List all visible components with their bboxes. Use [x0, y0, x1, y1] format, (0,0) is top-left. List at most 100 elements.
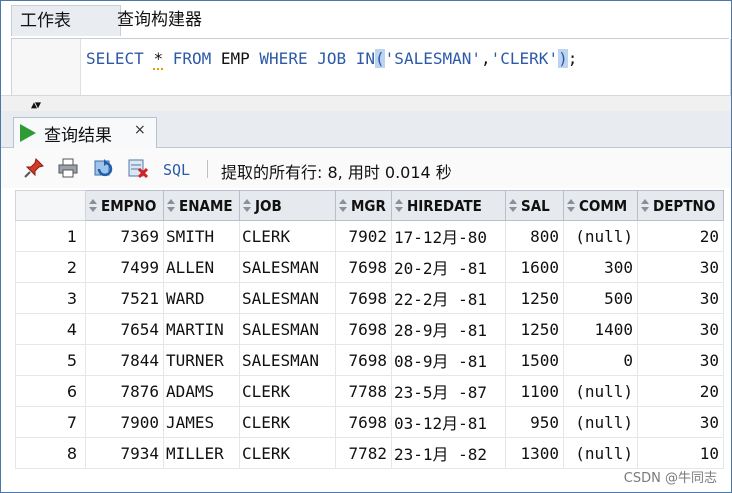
cell-mgr[interactable]: 7782: [335, 437, 392, 469]
cell-job[interactable]: CLERK: [239, 220, 336, 252]
column-header-mgr[interactable]: MGR: [335, 190, 392, 221]
sql-statement[interactable]: SELECT * FROM EMP WHERE JOB IN('SALESMAN…: [86, 49, 577, 70]
sort-icon[interactable]: [89, 199, 98, 213]
column-header-job[interactable]: JOB: [239, 190, 336, 221]
cell-comm[interactable]: (null): [563, 437, 638, 469]
cell-mgr[interactable]: 7698: [335, 313, 392, 345]
cell-empno[interactable]: 7369: [85, 220, 164, 252]
cell-comm[interactable]: (null): [563, 375, 638, 407]
column-header-empno[interactable]: EMPNO: [85, 190, 164, 221]
cell-hiredate[interactable]: 28-9月 -81: [391, 313, 506, 345]
cell-sal[interactable]: 1500: [505, 344, 564, 376]
cell-deptno[interactable]: 10: [637, 437, 724, 469]
row-number[interactable]: 1: [15, 220, 86, 252]
cell-mgr[interactable]: 7698: [335, 344, 392, 376]
cell-sal[interactable]: 950: [505, 406, 564, 438]
table-row[interactable]: 4 7654 MARTIN SALESMAN 7698 28-9月 -81 1250 1400…: [15, 313, 724, 345]
cell-deptno[interactable]: 30: [637, 406, 724, 438]
row-number[interactable]: 4: [15, 313, 86, 345]
cell-hiredate[interactable]: 22-2月 -81: [391, 282, 506, 314]
cell-empno[interactable]: 7934: [85, 437, 164, 469]
column-header-sal[interactable]: SAL: [505, 190, 564, 221]
cell-empno[interactable]: 7844: [85, 344, 164, 376]
tab-query-builder[interactable]: 查询构建器: [109, 5, 210, 35]
cell-empno[interactable]: 7876: [85, 375, 164, 407]
cell-ename[interactable]: JAMES: [163, 406, 240, 438]
cell-job[interactable]: SALESMAN: [239, 344, 336, 376]
table-row[interactable]: 2 7499 ALLEN SALESMAN 7698 20-2月 -81 1600 300 30: [15, 251, 724, 283]
cell-comm[interactable]: 0: [563, 344, 638, 376]
cell-empno[interactable]: 7521: [85, 282, 164, 314]
cell-ename[interactable]: TURNER: [163, 344, 240, 376]
cell-deptno[interactable]: 30: [637, 251, 724, 283]
cell-deptno[interactable]: 20: [637, 375, 724, 407]
column-header-ename[interactable]: ENAME: [163, 190, 240, 221]
row-number[interactable]: 8: [15, 437, 86, 469]
cell-empno[interactable]: 7654: [85, 313, 164, 345]
cell-deptno[interactable]: 30: [637, 313, 724, 345]
sort-icon[interactable]: [167, 199, 176, 213]
cell-comm[interactable]: (null): [563, 220, 638, 252]
cell-ename[interactable]: ALLEN: [163, 251, 240, 283]
sort-icon[interactable]: [339, 199, 348, 213]
cell-hiredate[interactable]: 17-12月-80: [391, 220, 506, 252]
cell-job[interactable]: CLERK: [239, 437, 336, 469]
sort-icon[interactable]: [567, 199, 576, 213]
table-row[interactable]: 1 7369 SMITH CLERK 7902 17-12月-80 800 (null) 20: [15, 220, 724, 252]
sort-icon[interactable]: [395, 199, 404, 213]
cell-sal[interactable]: 1250: [505, 313, 564, 345]
cell-empno[interactable]: 7499: [85, 251, 164, 283]
cell-comm[interactable]: 500: [563, 282, 638, 314]
cell-mgr[interactable]: 7902: [335, 220, 392, 252]
cell-job[interactable]: SALESMAN: [239, 251, 336, 283]
pin-icon[interactable]: [23, 157, 45, 179]
sql-editor[interactable]: SELECT * FROM EMP WHERE JOB IN('SALESMAN…: [11, 39, 731, 95]
sort-icon[interactable]: [509, 199, 518, 213]
tab-query-results[interactable]: 查询结果 ×: [13, 117, 157, 148]
sql-link[interactable]: SQL: [163, 161, 190, 179]
export-icon[interactable]: [127, 157, 149, 179]
cell-job[interactable]: SALESMAN: [239, 313, 336, 345]
column-header-hiredate[interactable]: HIREDATE: [391, 190, 506, 221]
cell-sal[interactable]: 1100: [505, 375, 564, 407]
cell-hiredate[interactable]: 23-5月 -87: [391, 375, 506, 407]
cell-job[interactable]: CLERK: [239, 375, 336, 407]
cell-ename[interactable]: WARD: [163, 282, 240, 314]
cell-empno[interactable]: 7900: [85, 406, 164, 438]
cell-ename[interactable]: ADAMS: [163, 375, 240, 407]
cell-mgr[interactable]: 7698: [335, 251, 392, 283]
table-row[interactable]: 3 7521 WARD SALESMAN 7698 22-2月 -81 1250 500 30: [15, 282, 724, 314]
cell-deptno[interactable]: 20: [637, 220, 724, 252]
cell-deptno[interactable]: 30: [637, 344, 724, 376]
cell-mgr[interactable]: 7698: [335, 406, 392, 438]
cell-job[interactable]: SALESMAN: [239, 282, 336, 314]
row-number[interactable]: 2: [15, 251, 86, 283]
cell-mgr[interactable]: 7698: [335, 282, 392, 314]
cell-hiredate[interactable]: 08-9月 -81: [391, 344, 506, 376]
tab-worksheet[interactable]: 工作表: [11, 5, 121, 36]
table-row[interactable]: 8 7934 MILLER CLERK 7782 23-1月 -82 1300 (null) 1…: [15, 437, 724, 469]
sort-icon[interactable]: [641, 199, 650, 213]
cell-sal[interactable]: 1300: [505, 437, 564, 469]
close-icon[interactable]: ×: [134, 122, 146, 138]
column-header-deptno[interactable]: DEPTNO: [637, 190, 724, 221]
cell-sal[interactable]: 1600: [505, 251, 564, 283]
cell-hiredate[interactable]: 23-1月 -82: [391, 437, 506, 469]
table-row[interactable]: 6 7876 ADAMS CLERK 7788 23-5月 -87 1100 (null) 20: [15, 375, 724, 407]
row-number[interactable]: 3: [15, 282, 86, 314]
row-number[interactable]: 6: [15, 375, 86, 407]
cell-comm[interactable]: 300: [563, 251, 638, 283]
cell-comm[interactable]: 1400: [563, 313, 638, 345]
row-number[interactable]: 5: [15, 344, 86, 376]
cell-hiredate[interactable]: 03-12月-81: [391, 406, 506, 438]
cell-ename[interactable]: MARTIN: [163, 313, 240, 345]
refresh-icon[interactable]: [93, 157, 115, 179]
cell-ename[interactable]: SMITH: [163, 220, 240, 252]
cell-deptno[interactable]: 30: [637, 282, 724, 314]
column-header-comm[interactable]: COMM: [563, 190, 638, 221]
cell-job[interactable]: CLERK: [239, 406, 336, 438]
table-row[interactable]: 7 7900 JAMES CLERK 7698 03-12月-81 950 (null) 30: [15, 406, 724, 438]
collapse-arrows-icon[interactable]: ▲▼: [31, 100, 41, 111]
panel-splitter[interactable]: ▲▼: [1, 95, 731, 112]
table-row[interactable]: 5 7844 TURNER SALESMAN 7698 08-9月 -81 1500 0 30: [15, 344, 724, 376]
